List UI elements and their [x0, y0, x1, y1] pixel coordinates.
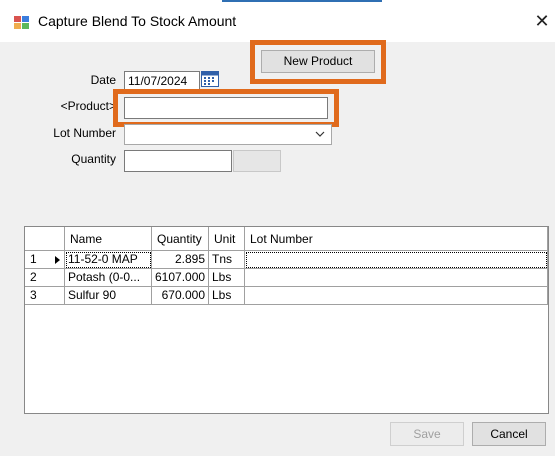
column-header-name[interactable]: Name: [65, 227, 152, 251]
cancel-button[interactable]: Cancel: [472, 422, 546, 446]
table-cell-quantity[interactable]: 670.000: [152, 287, 209, 305]
table-cell-lot[interactable]: [245, 251, 548, 269]
lot-number-label: Lot Number: [53, 126, 116, 140]
blend-products-grid[interactable]: Name Quantity Unit Lot Number 1 11-52-0 …: [24, 226, 549, 414]
table-cell-unit[interactable]: Tns: [209, 251, 245, 269]
row-header[interactable]: 2: [25, 269, 65, 287]
column-header-lot-number[interactable]: Lot Number: [245, 227, 548, 251]
column-header-quantity[interactable]: Quantity: [152, 227, 209, 251]
quantity-input[interactable]: [124, 150, 232, 172]
quantity-label: Quantity: [71, 152, 116, 166]
date-value: 11/07/2024: [128, 74, 188, 88]
table-cell-lot[interactable]: [245, 287, 548, 305]
row-header[interactable]: 3: [25, 287, 65, 305]
product-input[interactable]: [124, 97, 328, 119]
column-header-unit[interactable]: Unit: [209, 227, 245, 251]
date-field[interactable]: 11/07/2024: [124, 71, 200, 90]
calendar-icon[interactable]: [201, 71, 219, 87]
table-cell-quantity[interactable]: 2.895: [152, 251, 209, 269]
table-cell-lot[interactable]: [245, 269, 548, 287]
app-window-icon: [14, 16, 29, 29]
quantity-unit-field: [233, 150, 281, 172]
table-cell-name[interactable]: Sulfur 90: [65, 287, 152, 305]
table-cell-name[interactable]: 11-52-0 MAP: [65, 251, 152, 269]
close-icon[interactable]: ✕: [532, 11, 552, 31]
table-cell-unit[interactable]: Lbs: [209, 269, 245, 287]
table-cell-unit[interactable]: Lbs: [209, 287, 245, 305]
title-bar: Capture Blend To Stock Amount ✕: [0, 2, 555, 42]
table-cell-quantity[interactable]: 6107.000: [152, 269, 209, 287]
save-button[interactable]: Save: [390, 422, 464, 446]
product-label: <Product>: [60, 99, 116, 113]
table-cell-name[interactable]: Potash (0-0...: [65, 269, 152, 287]
window-title: Capture Blend To Stock Amount: [38, 13, 237, 29]
chevron-down-icon: [315, 131, 325, 137]
row-header-corner: [25, 227, 65, 251]
date-label: Date: [90, 73, 116, 87]
current-row-arrow-icon: [55, 256, 60, 264]
new-product-button[interactable]: New Product: [261, 50, 375, 73]
row-header[interactable]: 1: [25, 251, 65, 269]
lot-number-dropdown[interactable]: [124, 124, 332, 145]
